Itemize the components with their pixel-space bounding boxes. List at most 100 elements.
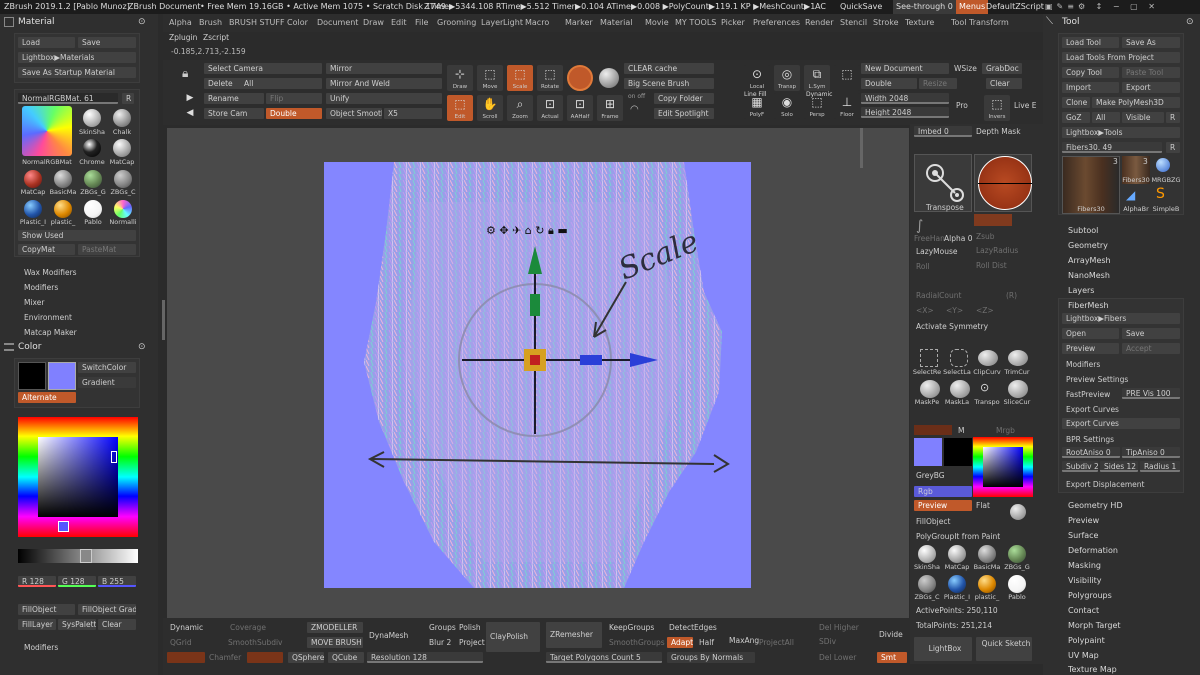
menu-texture[interactable]: Texture <box>905 14 934 32</box>
subtool-section[interactable]: Subtool <box>1068 226 1098 235</box>
fibers-preview-button[interactable]: Preview <box>1062 343 1119 354</box>
dynamic-button[interactable]: Dynamic <box>170 623 203 632</box>
chamfer-toggle[interactable] <box>167 652 205 663</box>
color-picker-marker[interactable] <box>58 521 69 532</box>
transp-icon[interactable]: ◎ Transp <box>774 65 800 91</box>
all-camera-button[interactable]: All <box>240 78 322 89</box>
pro-button[interactable]: Pro <box>956 101 968 110</box>
rename-camera-button[interactable]: Rename <box>204 93 264 104</box>
menu-zplugin[interactable]: Zplugin <box>169 33 197 42</box>
mirror-and-weld-button[interactable]: Mirror And Weld <box>326 78 442 89</box>
sdiv-slider[interactable]: SDiv <box>819 637 836 646</box>
tipaniso-slider[interactable]: TipAniso 0 <box>1122 447 1180 458</box>
alpha-value[interactable]: Alpha 0 <box>944 234 972 243</box>
right-scroll-handle[interactable] <box>860 128 863 168</box>
deformation-section[interactable]: Deformation <box>1068 546 1118 555</box>
pin-icon[interactable]: ⊙ <box>138 17 146 27</box>
menu-render[interactable]: Render <box>805 14 833 32</box>
fibers-modifiers-section[interactable]: Modifiers <box>1066 360 1100 369</box>
import-button[interactable]: Import <box>1062 82 1119 93</box>
menu-file[interactable]: File <box>415 14 428 32</box>
modifiers-section[interactable]: Modifiers <box>24 283 58 292</box>
shelf-mat-matcap[interactable] <box>948 545 966 563</box>
floor-icon[interactable]: ⊥ Floor <box>834 93 860 119</box>
projectall-button[interactable]: ProjectAll <box>759 638 794 647</box>
blur-slider[interactable]: Blur 2 <box>429 638 451 647</box>
tool-save-as-button[interactable]: Save As <box>1122 37 1180 48</box>
menu-picker[interactable]: Picker <box>721 14 745 32</box>
lightbox-fibers-button[interactable]: Lightbox▶Fibers <box>1062 313 1180 324</box>
shelf-mat-plastic-blue[interactable] <box>948 575 966 593</box>
del-lower-button[interactable]: Del Lower <box>819 653 856 662</box>
m-button[interactable]: M <box>958 426 964 435</box>
material-matcap-thumb[interactable] <box>113 139 131 157</box>
local-icon[interactable]: ⊙ Local <box>744 65 770 91</box>
load-tools-from-project-button[interactable]: Load Tools From Project <box>1062 52 1180 63</box>
alpha-color-indicator[interactable] <box>974 214 1012 226</box>
mrgb-button[interactable]: Mrgb <box>996 426 1015 435</box>
sphere-preview-icon[interactable] <box>1010 504 1026 520</box>
shelf-mat-basic[interactable] <box>978 545 996 563</box>
pastemat-button[interactable]: PasteMat <box>78 244 136 255</box>
flat-button[interactable]: Flat <box>976 501 990 510</box>
saturation-value-picker[interactable] <box>38 437 118 517</box>
solo-icon[interactable]: ◉ Solo <box>774 93 800 119</box>
show-used-button[interactable]: Show Used <box>18 230 136 241</box>
material-pablo-thumb[interactable] <box>84 200 102 218</box>
resize-button[interactable]: Resize <box>919 78 957 89</box>
menu-zscript[interactable]: Zscript <box>203 33 229 42</box>
menu-transform[interactable]: Transform <box>969 14 1009 32</box>
transpose-tool-icon[interactable]: ⊙ <box>980 381 996 397</box>
rgb-button[interactable]: Rgb <box>914 486 972 497</box>
fastpreview-button[interactable]: FastPreview <box>1066 390 1110 399</box>
dynamesh-button[interactable]: DynaMesh <box>369 631 408 640</box>
mrgbzgrabber-icon[interactable] <box>1156 158 1170 172</box>
menu-preferences[interactable]: Preferences <box>753 14 800 32</box>
rootaniso-slider[interactable]: RootAniso 0 <box>1062 447 1120 458</box>
lightbox-tools-button[interactable]: Lightbox▶Tools <box>1062 127 1180 138</box>
mask-lasso-icon[interactable] <box>950 380 970 398</box>
scroll-icon[interactable]: ✋ Scroll <box>477 95 503 121</box>
simplebrush-icon[interactable]: S <box>1156 186 1174 204</box>
clear-cache-button[interactable]: CLEAR cache <box>624 63 714 74</box>
polish-button[interactable]: Polish <box>459 623 481 632</box>
radialcount-slider[interactable]: RadialCount <box>916 291 961 300</box>
divide-button[interactable]: Divide <box>879 630 903 639</box>
red-value-slider[interactable]: R 128 <box>18 576 56 587</box>
quicksave-button[interactable]: QuickSave <box>840 0 882 14</box>
spotlight-icon[interactable]: ◠ <box>630 104 650 118</box>
material-preview-icon[interactable] <box>599 68 619 88</box>
secondary-color-swatch[interactable] <box>18 362 46 390</box>
save-startup-material-button[interactable]: Save As Startup Material <box>18 67 136 78</box>
uv-map-section[interactable]: UV Map <box>1068 651 1099 660</box>
shelf-mat-plastic-orange[interactable] <box>978 575 996 593</box>
filllayer-button[interactable]: FillLayer <box>18 619 56 630</box>
double-button[interactable]: Double <box>266 108 322 119</box>
target-polygons-slider[interactable]: Target Polygons Count 5 <box>546 652 662 663</box>
back-icon[interactable]: ◀ <box>180 108 200 120</box>
pin-icon[interactable]: ⊙ <box>1186 17 1194 27</box>
make-polymesh-button[interactable]: Make PolyMesh3D <box>1092 97 1180 108</box>
menus-button[interactable]: Menus <box>956 0 989 14</box>
polygroups-section[interactable]: Polygroups <box>1068 591 1112 600</box>
menu-brush-stuff[interactable]: BRUSH STUFF <box>229 14 285 32</box>
menu-movie[interactable]: Movie <box>645 14 669 32</box>
freehand-stroke-icon[interactable]: ∫ <box>916 218 923 234</box>
masking-section[interactable]: Masking <box>1068 561 1101 570</box>
material-basic-thumb[interactable] <box>54 170 72 188</box>
doc-clear-button[interactable]: Clear <box>986 78 1022 89</box>
color-modifiers-section[interactable]: Modifiers <box>24 643 58 652</box>
polygroupit-button[interactable]: PolyGroupIt from Paint <box>916 532 1000 541</box>
material-plastic-orange-thumb[interactable] <box>54 200 72 218</box>
zsub-button[interactable]: Zsub <box>976 232 995 241</box>
zoom-icon[interactable]: ⌕ Zoom <box>507 95 533 121</box>
mask-pen-icon[interactable] <box>920 380 940 398</box>
syspalette-button[interactable]: SysPalette <box>58 619 96 630</box>
mixer-section[interactable]: Mixer <box>24 298 44 307</box>
invers-icon[interactable]: ⬚ Invers <box>984 95 1010 121</box>
shelf-mat-skinshade[interactable] <box>918 545 936 563</box>
menu-stencil[interactable]: Stencil <box>840 14 867 32</box>
color-menu-icon[interactable] <box>4 343 14 351</box>
mrgb-indicator[interactable] <box>914 425 952 435</box>
paste-tool-button[interactable]: Paste Tool <box>1122 67 1180 78</box>
